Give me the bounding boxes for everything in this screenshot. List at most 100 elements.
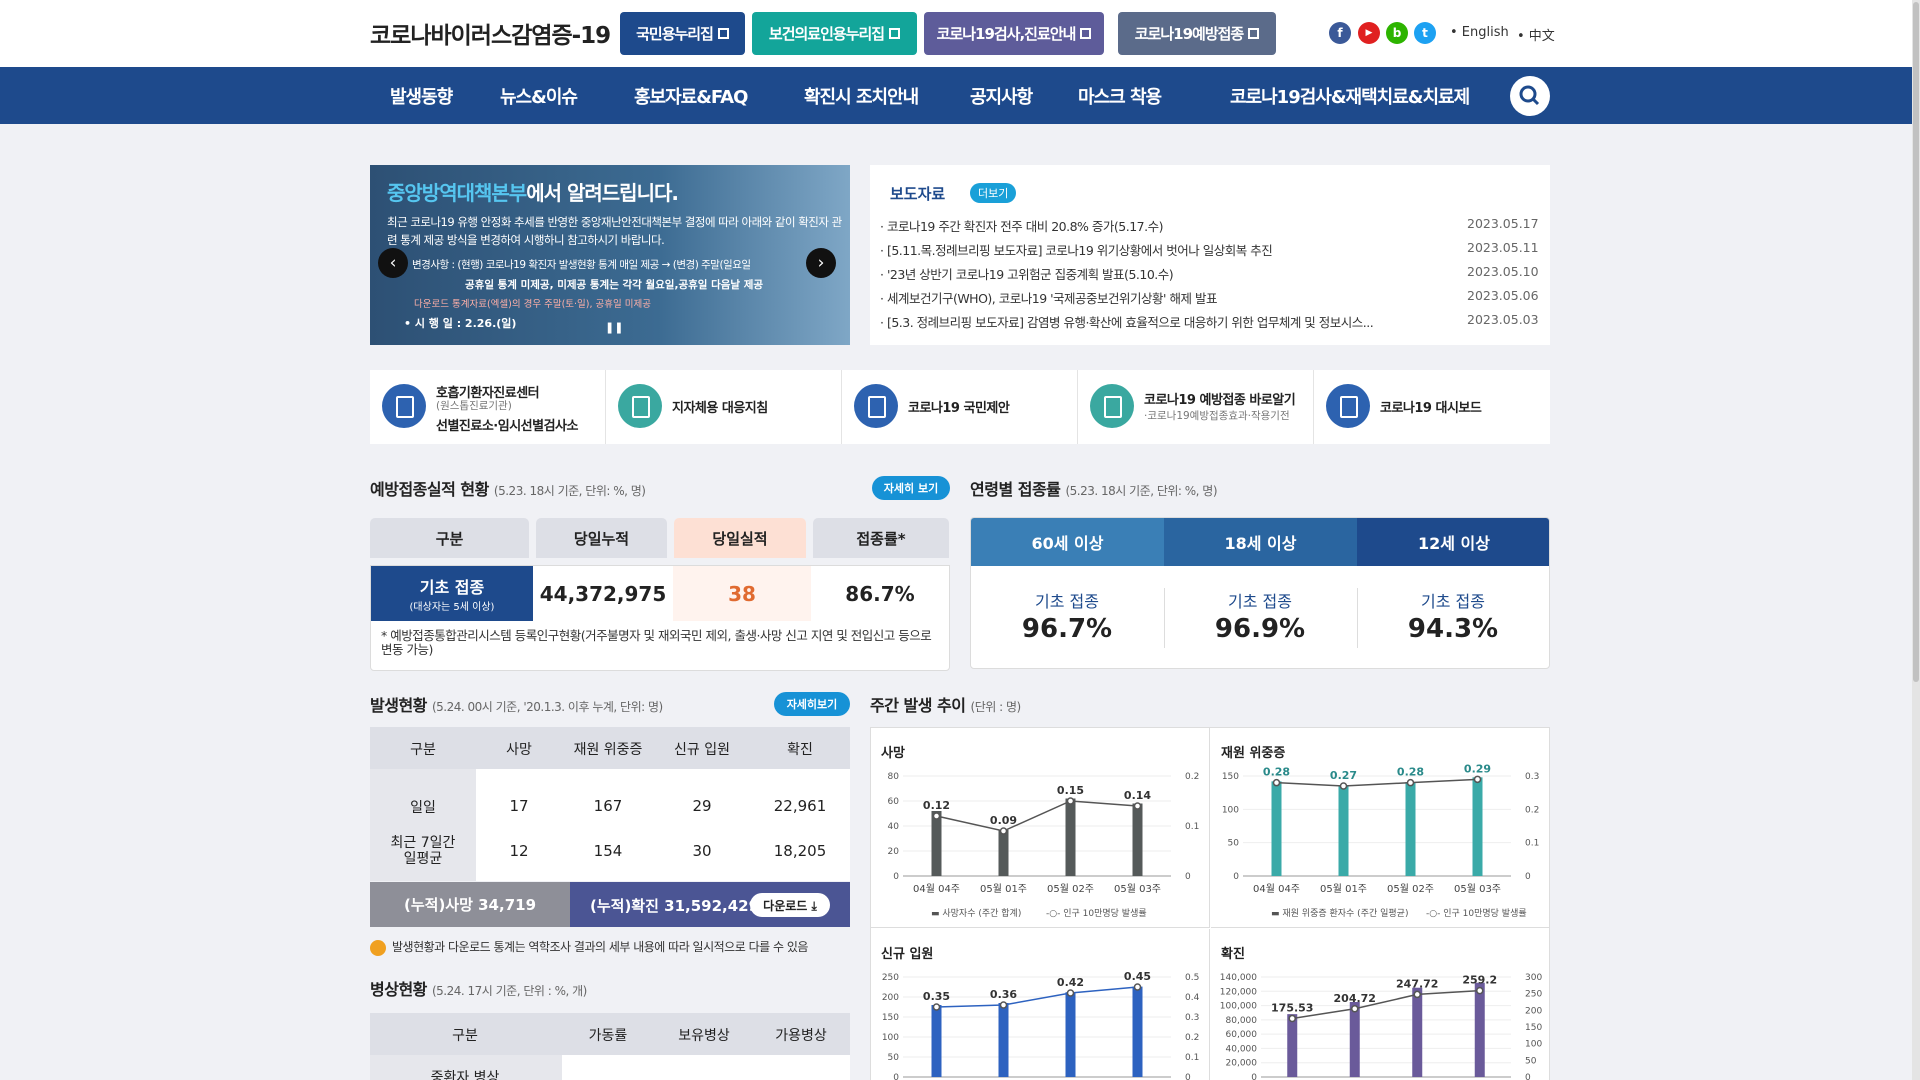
data-label: 0.15 bbox=[1057, 784, 1084, 797]
vaccination-detail-button[interactable]: 자세히 보기 bbox=[872, 476, 950, 500]
press-more-button[interactable]: 더보기 bbox=[970, 183, 1017, 203]
nav-item-pr-faq[interactable]: 홍보자료&FAQ bbox=[634, 83, 748, 109]
search-button[interactable] bbox=[1510, 76, 1550, 116]
notice-banner[interactable]: 중앙방역대책본부에서 알려드립니다. 최근 코로나19 유행 안정화 추세를 반… bbox=[370, 165, 850, 345]
x-tick-label: 05월 01주 bbox=[1320, 883, 1367, 895]
public-site-button[interactable]: 국민용누리집 bbox=[620, 12, 745, 55]
language-english-link[interactable]: • English bbox=[1450, 25, 1509, 40]
nav-item-mask[interactable]: 마스크 착용 bbox=[1078, 83, 1162, 109]
occurrence-detail-button[interactable]: 자세히보기 bbox=[774, 692, 850, 716]
quick-link-label: 코로나19 국민제안 bbox=[908, 401, 1010, 416]
download-button[interactable]: 다운로드 ⤓ bbox=[750, 893, 830, 917]
press-item[interactable]: · [5.3. 정례브리핑 보도자료] 감염병 유행·확산에 효율적으로 대응하… bbox=[880, 312, 1408, 331]
bar bbox=[931, 811, 942, 876]
nav-item-news[interactable]: 뉴스&이슈 bbox=[500, 83, 578, 109]
press-release-panel: 보도자료 더보기 · 코로나19 주간 확진자 전주 대비 20.8% 증가(5… bbox=[870, 165, 1550, 345]
y-tick-label: 150 bbox=[1222, 772, 1239, 782]
occurrence-notice: 발생현황과 다운로드 통계는 역학조사 결과의 세부 내용에 따라 일시적으로 … bbox=[370, 938, 808, 956]
quick-link-local-guide[interactable]: 지자체용 대응지침 bbox=[606, 370, 842, 444]
y-tick-label: 50 bbox=[888, 1053, 900, 1063]
beds-table: 구분 가동률 보유병상 가용병상 중환자 병상 bbox=[370, 1013, 850, 1080]
line-point bbox=[1133, 983, 1142, 991]
page-scrollbar[interactable] bbox=[1912, 0, 1920, 1080]
occ-cell: 154 bbox=[593, 842, 623, 860]
bar bbox=[998, 829, 1009, 876]
test-guide-button[interactable]: 코로나19검사,진료안내 bbox=[924, 12, 1104, 55]
nav-item-test-treatment[interactable]: 코로나19검사&재택치료&치료제 bbox=[1230, 83, 1470, 109]
age-value-60: 96.7% bbox=[1021, 614, 1113, 644]
banner-change-text: 변경사항 : (현행) 코로나19 확진자 발생현황 통계 매일 제공 → (변… bbox=[412, 259, 751, 271]
bar bbox=[1271, 781, 1282, 876]
press-item[interactable]: · [5.11.목.정례브리핑 보도자료] 코로나19 위기상황에서 벗어나 일… bbox=[880, 240, 1408, 259]
y-tick-label: 100 bbox=[882, 1033, 899, 1043]
x-tick-label: 05월 02주 bbox=[1387, 883, 1434, 895]
medical-site-button[interactable]: 보건의료인용누리집 bbox=[752, 12, 917, 55]
data-label: 0.36 bbox=[990, 988, 1017, 1001]
divider bbox=[1357, 588, 1358, 648]
banner-prev-button[interactable]: ‹ bbox=[378, 248, 408, 278]
data-label: 0.29 bbox=[1464, 762, 1491, 775]
age-header-12: 12세 이상 bbox=[1357, 518, 1549, 566]
press-date: 2023.05.06 bbox=[1467, 288, 1539, 303]
line-point bbox=[1339, 782, 1348, 790]
data-label: 0.27 bbox=[1330, 769, 1357, 782]
building-icon bbox=[854, 384, 898, 428]
chart-svg: 05010015020025000.10.20.30.40.504월 04주05… bbox=[882, 970, 1200, 1080]
quick-link-proposal[interactable]: 코로나19 국민제안 bbox=[842, 370, 1078, 444]
nav-item-confirmed-guide[interactable]: 확진시 조치안내 bbox=[804, 83, 919, 109]
quick-link-dashboard[interactable]: 코로나19 대시보드 bbox=[1314, 370, 1550, 444]
y2-tick-label: 0.1 bbox=[1525, 839, 1539, 849]
occ-header-category: 구분 bbox=[410, 742, 436, 758]
y2-tick-label: 0 bbox=[1525, 1073, 1531, 1080]
nav-item-notice[interactable]: 공지사항 bbox=[970, 83, 1033, 109]
press-item[interactable]: · 코로나19 주간 확진자 전주 대비 20.8% 증가(5.17.수) bbox=[880, 216, 1408, 235]
age-header-18: 18세 이상 bbox=[1164, 518, 1357, 566]
y2-tick-label: 0.2 bbox=[1525, 805, 1539, 815]
data-label: 259.2 bbox=[1462, 974, 1497, 987]
vaccination-site-button[interactable]: 코로나19예방접종 bbox=[1118, 12, 1276, 55]
chart-confirmed: 확진 0 20,000 40,000 60,000 80,000 100,000 120,00… bbox=[1211, 929, 1550, 1080]
y-tick-label: 120,000 bbox=[1220, 987, 1257, 997]
banner-title: 중앙방역대책본부에서 알려드립니다. bbox=[387, 177, 679, 206]
total-confirmed: (누적)확진 31,592,429 bbox=[590, 897, 760, 915]
occ-cell: 30 bbox=[692, 842, 712, 860]
scrollbar-thumb[interactable] bbox=[1913, 2, 1919, 682]
nav-item-outbreak-trend[interactable]: 발생동향 bbox=[390, 83, 453, 109]
twitter-icon[interactable]: t bbox=[1414, 22, 1436, 44]
data-label: 175.53 bbox=[1271, 1001, 1313, 1014]
x-tick-label: 04월 04주 bbox=[1253, 883, 1300, 895]
vaccination-row: 기초 접종 (대상자는 5세 이상) 44,372,975 38 86.7% * … bbox=[370, 565, 950, 671]
line-point bbox=[999, 827, 1008, 835]
line-point bbox=[1351, 1005, 1359, 1013]
press-item[interactable]: · 세계보건기구(WHO), 코로나19 '국제공중보건위기상황' 해제 발표 bbox=[880, 288, 1408, 307]
language-chinese-link[interactable]: • 中文 bbox=[1517, 25, 1555, 44]
site-logo[interactable]: 코로나바이러스감염증-19 bbox=[370, 16, 611, 50]
bar bbox=[1132, 803, 1143, 876]
y2-tick-label: 100 bbox=[1525, 1040, 1542, 1050]
quick-link-clinic[interactable]: 호흡기환자진료센터 (원스톱진료기관) 선별진료소·임시선별검사소 bbox=[370, 370, 606, 444]
y-tick-label: 40,000 bbox=[1226, 1044, 1258, 1054]
occ-header-confirmed: 확진 bbox=[787, 742, 813, 758]
banner-next-button[interactable]: › bbox=[806, 248, 836, 278]
bar bbox=[1472, 777, 1483, 876]
y-tick-label: 100,000 bbox=[1220, 1002, 1257, 1012]
y-tick-label: 0 bbox=[1251, 1073, 1257, 1080]
bar bbox=[1349, 1002, 1360, 1077]
banner-title-rest: 에서 알려드립니다. bbox=[526, 181, 679, 205]
occ-cell: 29 bbox=[692, 797, 712, 815]
banner-pause-icon[interactable]: ❚❚ bbox=[605, 321, 623, 334]
press-title: 보도자료 bbox=[890, 185, 946, 203]
line-series bbox=[1292, 989, 1480, 1020]
vaccination-rate-value: 86.7% bbox=[845, 581, 915, 606]
quick-link-vaccine-info[interactable]: 코로나19 예방접종 바로알기 ·코로나19예방접종효과·작용기전 bbox=[1078, 370, 1314, 444]
y2-tick-label: 0.1 bbox=[1185, 1053, 1199, 1063]
banner-text: 최근 코로나19 유행 안정화 추세를 반영한 중앙재난안전대책본부 결정에 따… bbox=[387, 215, 842, 247]
y2-tick-label: 0 bbox=[1185, 872, 1191, 882]
legend-entry: ▬ 재원 위중증 환자수 (주간 일평균) bbox=[1271, 907, 1408, 919]
naver-blog-icon[interactable]: b bbox=[1386, 22, 1408, 44]
press-item[interactable]: · '23년 상반기 코로나19 고위험군 집중계획 발표(5.10.수) bbox=[880, 264, 1408, 283]
youtube-icon[interactable]: ▶ bbox=[1358, 22, 1380, 44]
occ-cell: 17 bbox=[509, 797, 529, 815]
vaccination-header-daily: 당일실적 bbox=[674, 518, 806, 558]
facebook-icon[interactable]: f bbox=[1329, 22, 1351, 44]
